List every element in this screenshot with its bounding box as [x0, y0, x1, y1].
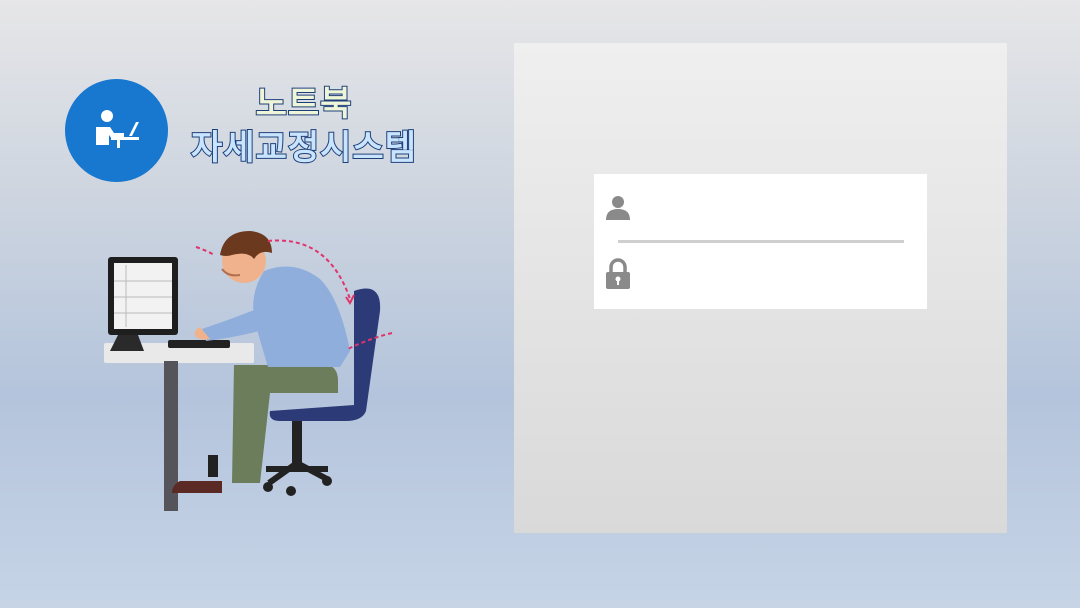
login-form — [594, 174, 927, 309]
username-row — [594, 178, 927, 238]
app-title: 노트북 자세교정시스템 — [184, 82, 424, 170]
field-divider — [618, 240, 904, 243]
app-title-line1: 노트북 — [255, 83, 353, 125]
lock-icon — [606, 258, 630, 289]
password-input[interactable] — [639, 258, 913, 296]
logo-badge — [65, 79, 168, 182]
password-row — [594, 246, 927, 306]
username-input[interactable] — [639, 190, 913, 228]
person-laptop-icon — [96, 110, 139, 148]
user-icon — [606, 196, 630, 220]
bad-posture-illustration — [104, 231, 393, 511]
app-title-line2: 자세교정시스템 — [190, 127, 417, 169]
